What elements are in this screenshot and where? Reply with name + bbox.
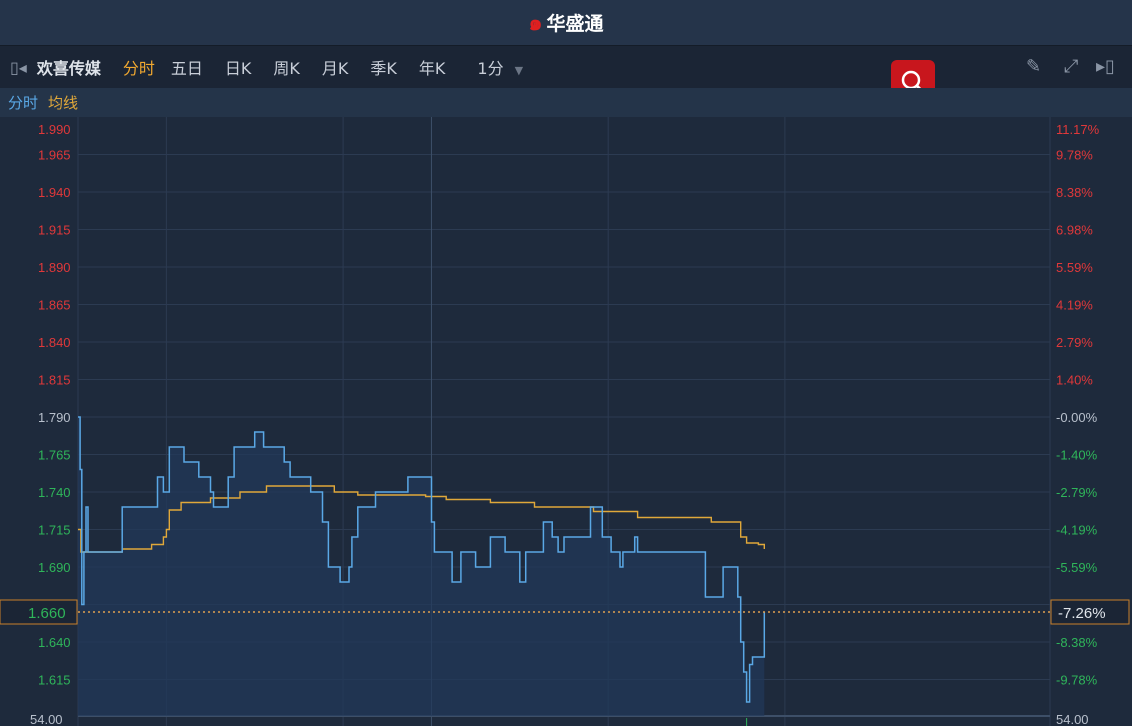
legend-price: 分时 (8, 94, 39, 112)
tab-daily-k[interactable]: 日K (225, 55, 252, 79)
expand-panel-icon[interactable]: ▸▯ (1096, 56, 1115, 77)
price-tick-label: 1.890 (38, 260, 71, 275)
tab-quarterly-k[interactable]: 季K (370, 55, 397, 79)
price-area-fill (78, 417, 765, 716)
chevron-down-icon: ▼ (514, 64, 524, 77)
tab-yearly-k[interactable]: 年K (419, 55, 446, 79)
current-change-label: -7.26% (1058, 605, 1106, 622)
fullscreen-icon[interactable]: ⤢ (1064, 56, 1078, 77)
stock-name: 欢喜传媒 (36, 59, 101, 78)
percent-tick-label: 8.38% (1056, 185, 1093, 200)
interval-value: 1分 (477, 59, 504, 78)
percent-tick-label: 11.17% (1056, 122, 1100, 137)
volume-label-left: 54.00 (30, 712, 63, 726)
brand-name: 华盛通 (546, 13, 604, 35)
percent-tick-label: -5.59% (1056, 560, 1098, 575)
percent-tick-label: 9.78% (1056, 148, 1093, 163)
price-tick-label: 1.715 (38, 523, 71, 538)
price-tick-label: 1.940 (38, 185, 71, 200)
tab-weekly-k[interactable]: 周K (273, 55, 300, 79)
tab-monthly-k[interactable]: 月K (322, 55, 349, 79)
price-tick-label: 1.615 (38, 673, 71, 688)
percent-tick-label: -2.79% (1056, 485, 1098, 500)
toolbar: ▯◂ 欢喜传媒 分时 五日 日K 周K 月K 季K 年K 1分 ▼ (0, 46, 1132, 88)
price-tick-label: 1.815 (38, 373, 71, 388)
tab-intraday[interactable]: 分时 (123, 55, 155, 79)
brand-logo: ๑ 华盛通 (529, 5, 604, 40)
percent-tick-label: -9.78% (1056, 673, 1098, 688)
title-bar: ๑ 华盛通 (0, 0, 1132, 46)
price-tick-label: 1.640 (38, 635, 71, 650)
percent-tick-label: -8.38% (1056, 635, 1098, 650)
percent-tick-label: -1.40% (1056, 448, 1098, 463)
percent-tick-label: 4.19% (1056, 298, 1093, 313)
tab-five-day[interactable]: 五日 (171, 55, 203, 79)
interval-dropdown[interactable]: 1分 ▼ (477, 55, 523, 79)
price-tick-label: 1.840 (38, 335, 71, 350)
legend-average: 均线 (48, 94, 79, 112)
percent-tick-label: -0.00% (1056, 410, 1098, 425)
percent-tick-label: 5.59% (1056, 260, 1093, 275)
percent-tick-label: 6.98% (1056, 223, 1093, 238)
price-tick-label: 1.790 (38, 410, 71, 425)
percent-tick-label: -4.19% (1056, 523, 1098, 538)
percent-tick-label: 1.40% (1056, 373, 1093, 388)
chart-legend: 分时 均线 (0, 88, 1132, 117)
pencil-icon[interactable]: ✎ (1026, 56, 1041, 77)
current-price-label: 1.660 (28, 605, 66, 622)
intraday-chart: 1.990 11.17% 1.965 9.78% 1.940 8.38% 1.915 6.98… (0, 117, 1130, 726)
price-tick-label: 1.865 (38, 298, 71, 313)
price-tick-label: 1.765 (38, 448, 71, 463)
price-tick-label: 1.990 (38, 122, 71, 137)
price-tick-label: 1.965 (38, 148, 71, 163)
collapse-sidebar-icon[interactable]: ▯◂ (10, 58, 27, 77)
price-tick-label: 1.740 (38, 485, 71, 500)
price-tick-label: 1.915 (38, 223, 71, 238)
price-tick-label: 1.690 (38, 560, 71, 575)
brand-flame-icon: ๑ (528, 11, 543, 36)
percent-tick-label: 2.79% (1056, 335, 1093, 350)
volume-label-right: 54.00 (1056, 712, 1089, 726)
